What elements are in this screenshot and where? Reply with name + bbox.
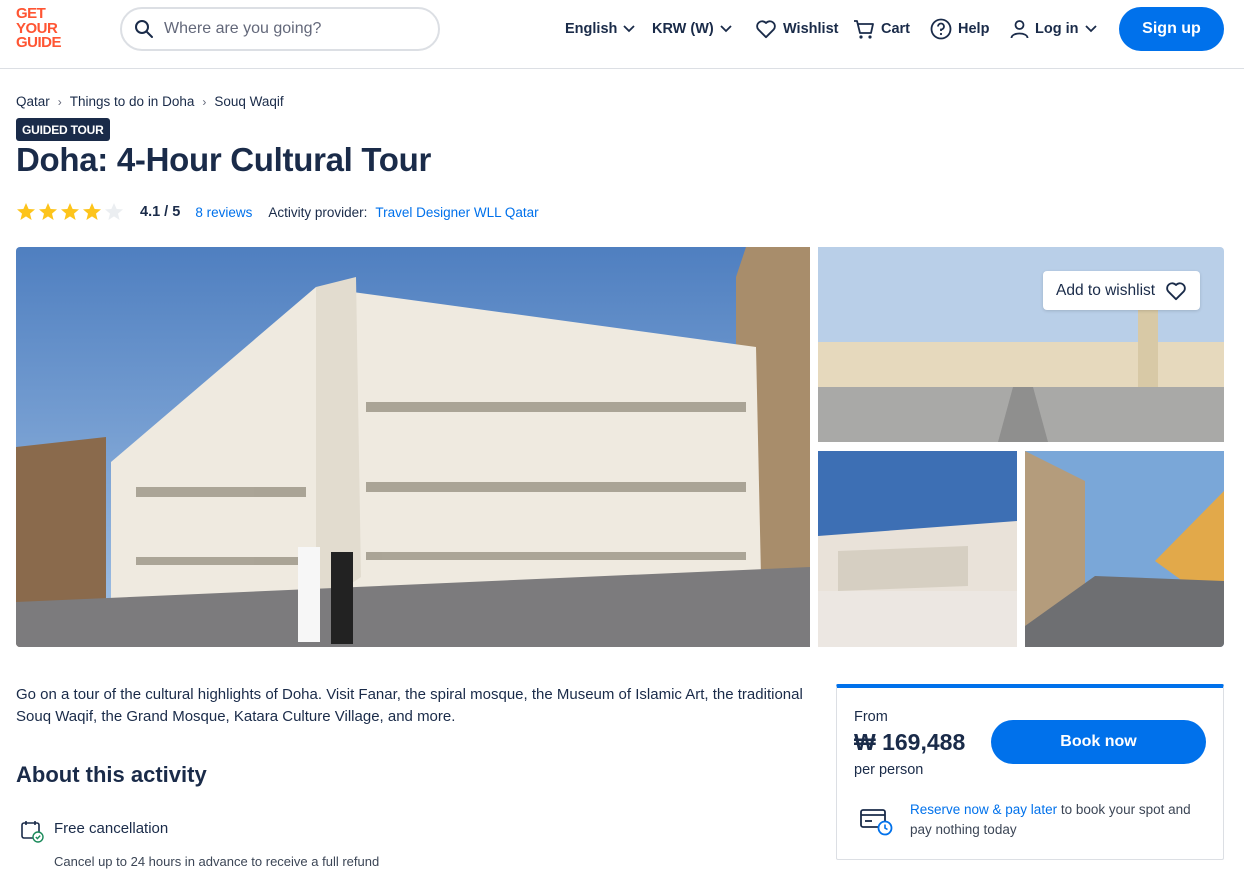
star-icon <box>39 203 57 220</box>
guided-tour-badge: GUIDED TOUR <box>16 118 110 141</box>
chevron-down-icon <box>623 25 636 33</box>
gallery-image-terrace[interactable] <box>818 451 1017 647</box>
chevron-down-icon <box>720 25 732 33</box>
souq-street-photo <box>1025 451 1224 647</box>
reserve-now-link[interactable]: Reserve now & pay later <box>910 802 1057 817</box>
site-header: GET YOUR GUIDE English KRW (W) Wishlist … <box>0 0 1244 69</box>
cart-link[interactable]: Cart <box>853 7 910 51</box>
language-selector[interactable]: English <box>565 7 636 51</box>
search-bar[interactable] <box>120 7 440 51</box>
currency-selector[interactable]: KRW (W) <box>652 7 732 51</box>
search-input[interactable] <box>164 20 424 38</box>
chevron-down-icon <box>1084 25 1097 33</box>
star-empty-icon <box>105 203 123 220</box>
getyourguide-logo[interactable]: GET YOUR GUIDE <box>16 6 76 55</box>
terrace-photo <box>818 451 1017 647</box>
souq-building-photo <box>16 247 810 647</box>
price-per-label: per person <box>854 762 924 778</box>
heart-icon <box>756 20 776 39</box>
wishlist-link[interactable]: Wishlist <box>755 7 838 51</box>
price-from-label: From <box>854 709 888 725</box>
cart-icon <box>854 19 874 39</box>
breadcrumb-item-things-to-do[interactable]: Things to do in Doha <box>70 94 195 109</box>
breadcrumb-separator: › <box>57 94 62 109</box>
search-icon <box>135 20 153 38</box>
breadcrumb-item-souq-waqif[interactable]: Souq Waqif <box>214 94 283 109</box>
reserve-info: Reserve now & pay later to book your spo… <box>910 802 1191 837</box>
add-to-wishlist-button[interactable]: Add to wishlist <box>1043 271 1200 310</box>
about-heading: About this activity <box>16 762 207 787</box>
signup-button[interactable]: Sign up <box>1119 7 1224 51</box>
provider-label: Activity provider: <box>268 204 368 220</box>
activity-description: Go on a tour of the cultural highlights … <box>16 686 803 725</box>
breadcrumb: Qatar › Things to do in Doha › Souq Waqi… <box>16 94 284 109</box>
star-icon <box>61 203 79 220</box>
breadcrumb-item-qatar[interactable]: Qatar <box>16 94 50 109</box>
rating-value: 4.1 / 5 <box>140 204 181 220</box>
heart-icon <box>1166 281 1186 300</box>
calendar-check-icon <box>21 821 44 843</box>
rating-row: 4.1 / 5 8 reviews Activity provider: Tra… <box>16 200 539 224</box>
price-value: ₩ 169,488 <box>854 729 966 755</box>
free-cancellation-desc: Cancel up to 24 hours in advance to rece… <box>54 854 380 869</box>
reviews-link[interactable]: 8 reviews <box>195 205 252 220</box>
star-icon <box>83 203 101 220</box>
gallery-image-souq-street[interactable] <box>1025 451 1224 647</box>
provider-link[interactable]: Travel Designer WLL Qatar <box>375 205 538 220</box>
free-cancellation-title: Free cancellation <box>54 820 169 837</box>
card-clock-icon <box>860 809 893 836</box>
breadcrumb-separator: › <box>202 94 207 109</box>
gallery-main-image[interactable] <box>16 247 810 647</box>
page-title: Doha: 4-Hour Cultural Tour <box>16 141 432 178</box>
booking-panel: From ₩ 169,488 per person Book now Reser… <box>836 684 1224 860</box>
book-now-button[interactable]: Book now <box>991 720 1206 764</box>
star-rating <box>16 202 124 222</box>
help-link[interactable]: Help <box>930 7 989 51</box>
user-icon <box>1010 20 1029 39</box>
login-menu[interactable]: Log in <box>1010 7 1097 51</box>
help-icon <box>930 18 952 40</box>
star-icon <box>17 203 35 220</box>
